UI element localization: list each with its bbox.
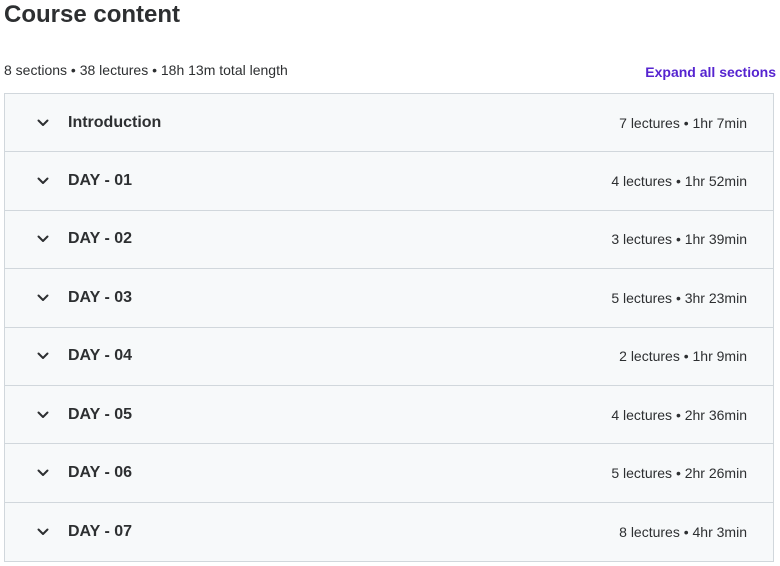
course-sections-list: Introduction 7 lectures • 1hr 7min DAY -… (4, 93, 774, 563)
section-title: DAY - 01 (68, 172, 133, 190)
course-summary-text: 8 sections • 38 lectures • 18h 13m total… (4, 62, 288, 78)
section-title: DAY - 05 (68, 405, 133, 423)
chevron-down-icon (36, 232, 50, 246)
section-row-introduction[interactable]: Introduction 7 lectures • 1hr 7min (5, 94, 773, 153)
chevron-down-icon (36, 116, 50, 130)
section-meta: 4 lectures • 2hr 36min (611, 406, 747, 423)
section-meta: 4 lectures • 1hr 52min (611, 173, 747, 190)
section-row-day-01[interactable]: DAY - 01 4 lectures • 1hr 52min (5, 152, 773, 211)
section-meta: 8 lectures • 4hr 3min (619, 523, 747, 540)
page-title: Course content (4, 1, 181, 28)
section-row-day-03[interactable]: DAY - 03 5 lectures • 3hr 23min (5, 269, 773, 328)
section-row-day-02[interactable]: DAY - 02 3 lectures • 1hr 39min (5, 210, 773, 270)
chevron-down-icon (36, 174, 50, 188)
section-row-day-04[interactable]: DAY - 04 2 lectures • 1hr 9min (5, 327, 773, 386)
section-title: DAY - 07 (68, 522, 133, 540)
chevron-down-icon (36, 466, 50, 480)
section-meta: 2 lectures • 1hr 9min (619, 348, 747, 365)
chevron-down-icon (36, 525, 50, 539)
chevron-down-icon (36, 349, 50, 363)
section-title: DAY - 03 (68, 288, 133, 306)
section-row-day-05[interactable]: DAY - 05 4 lectures • 2hr 36min (5, 385, 773, 445)
section-title: Introduction (68, 113, 162, 131)
chevron-down-icon (36, 291, 50, 305)
section-meta: 7 lectures • 1hr 7min (619, 114, 747, 131)
section-meta: 5 lectures • 2hr 26min (611, 465, 747, 482)
section-title: DAY - 04 (68, 347, 133, 365)
course-summary-row: 8 sections • 38 lectures • 18h 13m total… (4, 60, 776, 80)
expand-all-sections-button[interactable]: Expand all sections (645, 64, 776, 80)
section-title: DAY - 02 (68, 230, 133, 248)
chevron-down-icon (36, 408, 50, 422)
section-meta: 3 lectures • 1hr 39min (611, 231, 747, 248)
section-meta: 5 lectures • 3hr 23min (611, 289, 747, 306)
section-row-day-06[interactable]: DAY - 06 5 lectures • 2hr 26min (5, 444, 773, 503)
section-title: DAY - 06 (68, 464, 133, 482)
section-row-day-07[interactable]: DAY - 07 8 lectures • 4hr 3min (5, 502, 773, 562)
